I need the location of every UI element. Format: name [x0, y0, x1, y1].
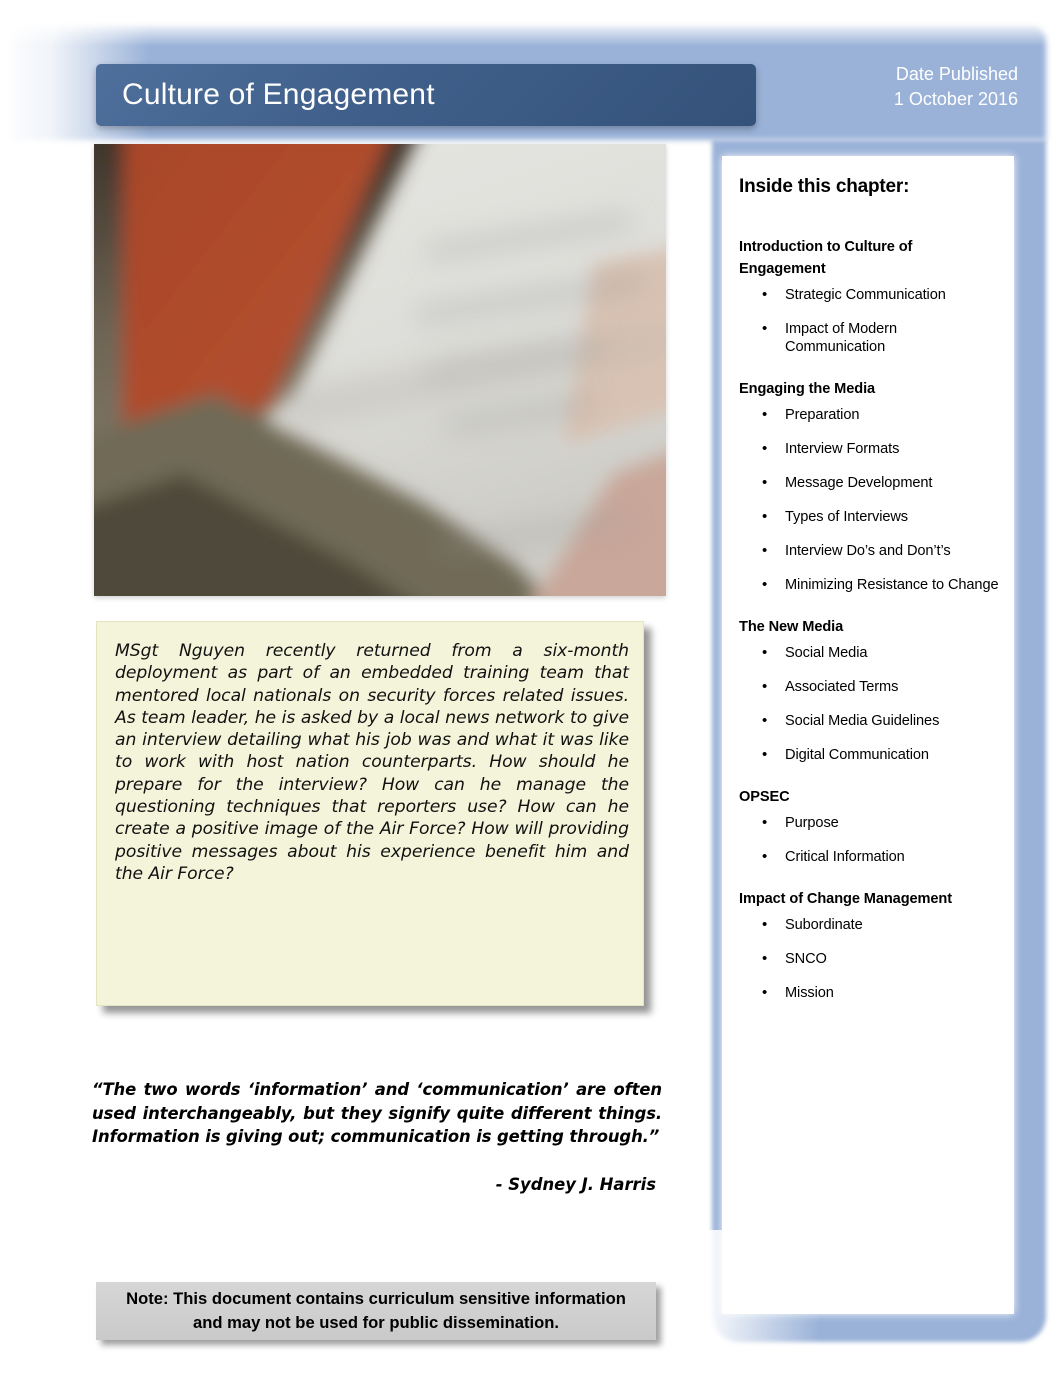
bullet-icon: • — [762, 474, 768, 491]
page-title-bar: Culture of Engagement — [96, 64, 756, 126]
sidebar-section-heading: Introduction to Culture of Engagement — [739, 239, 913, 277]
bullet-icon: • — [762, 542, 768, 559]
sidebar-topic-list: • Subordinate • SNCO • Mission — [739, 916, 1000, 1002]
bullet-icon: • — [762, 406, 768, 423]
quote-attribution: - Sydney J. Harris — [495, 1174, 656, 1194]
sidebar-topic-label: Subordinate — [785, 917, 863, 933]
date-published-block: Date Published 1 October 2016 — [894, 62, 1018, 112]
sidebar-topic-item[interactable]: • Critical Information — [739, 848, 1000, 866]
bullet-icon: • — [762, 320, 768, 337]
sidebar-topic-label: Purpose — [785, 815, 839, 831]
bullet-icon: • — [762, 286, 768, 303]
sidebar-topic-list: • Social Media • Associated Terms • Social Me… — [739, 644, 1000, 764]
inside-this-chapter-card: Inside this chapter: Introduction to Cul… — [722, 156, 1014, 1314]
sidebar-topic-item[interactable]: • Strategic Communication — [739, 286, 1000, 304]
sidebar-heading: Inside this chapter: — [739, 176, 910, 197]
sidebar-topic-label: Mission — [785, 985, 834, 1001]
sidebar-topic-label: Social Media — [785, 645, 868, 661]
sidebar-topic-label: Strategic Communication — [785, 287, 946, 303]
sidebar-topic-item[interactable]: • Digital Communication — [739, 746, 1000, 764]
scenario-text: MSgt Nguyen recently returned from a six… — [115, 641, 629, 884]
page-title: Culture of Engagement — [122, 78, 435, 111]
bullet-icon: • — [762, 984, 768, 1001]
bullet-icon: • — [762, 508, 768, 525]
sidebar-topic-item[interactable]: • Message Development — [739, 474, 1000, 492]
curriculum-notice-box: Note: This document contains curriculum … — [96, 1282, 656, 1340]
sidebar-inner: Inside this chapter: Introduction to Cul… — [722, 156, 1014, 1034]
bullet-icon: • — [762, 950, 768, 967]
sidebar-topic-item[interactable]: • Social Media — [739, 644, 1000, 662]
sidebar-topic-label: SNCO — [785, 951, 827, 967]
sidebar-topic-item[interactable]: • Subordinate — [739, 916, 1000, 934]
scenario-callout-box: MSgt Nguyen recently returned from a six… — [96, 621, 644, 1006]
sidebar-topic-item[interactable]: • Preparation — [739, 406, 1000, 424]
curriculum-notice-text: Note: This document contains curriculum … — [126, 1289, 626, 1332]
date-published-value: 1 October 2016 — [893, 89, 1018, 109]
photo-artwork — [94, 144, 666, 596]
sidebar-topic-list: • Strategic Communication • Impact of Moder… — [739, 286, 1000, 356]
sidebar-topic-item[interactable]: • Impact of Modern Communication — [739, 320, 1000, 356]
sidebar-topic-item[interactable]: • Minimizing Resistance to Change — [739, 576, 1000, 594]
chapter-photo — [94, 144, 666, 596]
bullet-icon: • — [762, 848, 768, 865]
pull-quote: “The two words ‘information’ and ‘commun… — [92, 1078, 662, 1194]
sidebar-topic-list: • Purpose • Critical Information — [739, 814, 1000, 866]
sidebar-topic-label: Impact of Modern Communication — [785, 321, 897, 355]
sidebar-section-heading: Engaging the Media — [739, 381, 876, 397]
bullet-icon: • — [762, 678, 768, 695]
sidebar-topic-label: Interview Formats — [785, 441, 900, 457]
sidebar-section-heading: The New Media — [739, 619, 844, 635]
bullet-icon: • — [762, 576, 768, 593]
sidebar-topic-label: Types of Interviews — [785, 509, 909, 525]
sidebar-topic-label: Critical Information — [785, 849, 905, 865]
sidebar-topic-item[interactable]: • Social Media Guidelines — [739, 712, 1000, 730]
sidebar-topic-item[interactable]: • Purpose — [739, 814, 1000, 832]
bullet-icon: • — [762, 814, 768, 831]
bullet-icon: • — [762, 746, 768, 763]
sidebar-topic-item[interactable]: • Types of Interviews — [739, 508, 1000, 526]
sidebar-topic-item[interactable]: • SNCO — [739, 950, 1000, 968]
sidebar-topic-item[interactable]: • Interview Do’s and Don’t’s — [739, 542, 1000, 560]
sidebar-topic-label: Associated Terms — [785, 679, 899, 695]
sidebar-topic-item[interactable]: • Associated Terms — [739, 678, 1000, 696]
bullet-icon: • — [762, 712, 768, 729]
header-band-top-fade — [0, 12, 1062, 46]
sidebar-topic-label: Digital Communication — [785, 747, 929, 763]
bullet-icon: • — [762, 440, 768, 457]
sidebar-topic-item[interactable]: • Interview Formats — [739, 440, 1000, 458]
quote-text: “The two words ‘information’ and ‘commun… — [92, 1080, 662, 1147]
sidebar-topic-list: • Preparation • Interview Formats • Message D… — [739, 406, 1000, 594]
bullet-icon: • — [762, 916, 768, 933]
sidebar-topic-label: Interview Do’s and Don’t’s — [785, 543, 951, 559]
sidebar-section-heading: OPSEC — [739, 789, 790, 805]
sidebar-topic-label: Social Media Guidelines — [785, 713, 940, 729]
sidebar-topic-label: Minimizing Resistance to Change — [785, 577, 999, 593]
sidebar-section-list: Introduction to Culture of Engagement • St… — [739, 236, 1000, 1002]
sidebar-topic-label: Message Development — [785, 475, 933, 491]
sidebar-topic-label: Preparation — [785, 407, 860, 423]
sidebar-section-heading: Impact of Change Management — [739, 891, 952, 907]
bullet-icon: • — [762, 644, 768, 661]
date-published-label: Date Published — [895, 64, 1018, 84]
sidebar-topic-item[interactable]: • Mission — [739, 984, 1000, 1002]
